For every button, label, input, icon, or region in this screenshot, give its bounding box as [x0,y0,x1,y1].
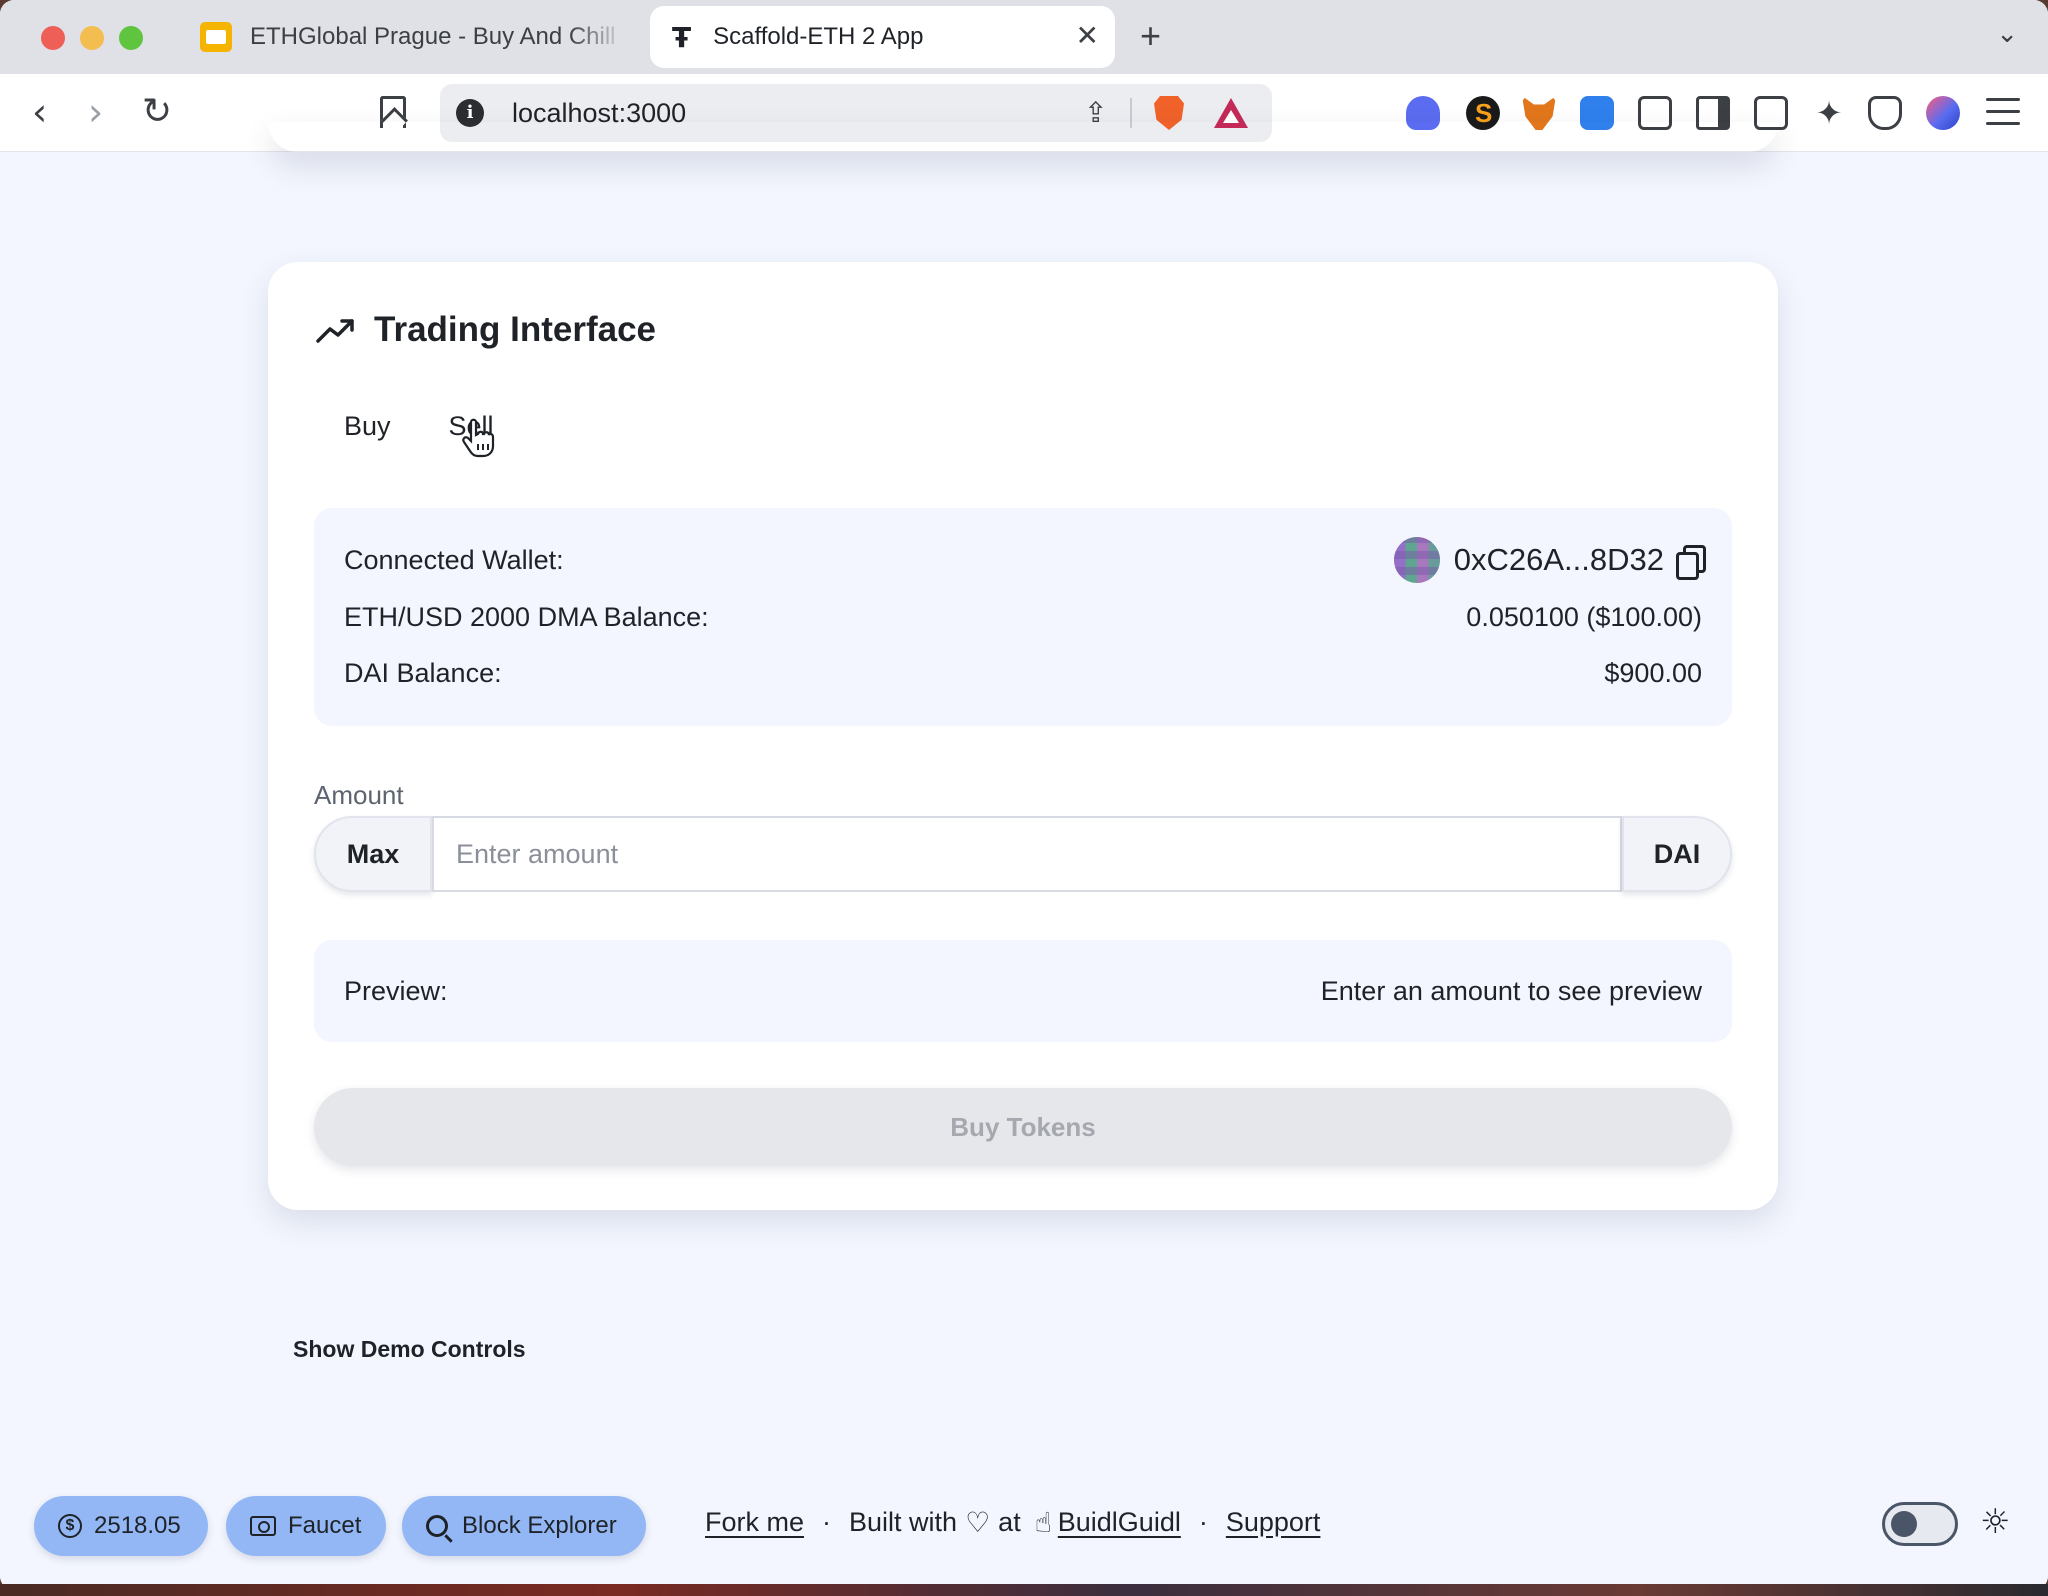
toggle-knob [1891,1511,1917,1537]
tab-sell[interactable]: Sell [425,404,518,458]
wallet-row: Connected Wallet: 0xC26A...8D32 [344,536,1706,584]
preview-box: Preview: Enter an amount to see preview [314,940,1732,1042]
fork-me-link[interactable]: Fork me [705,1507,804,1538]
amount-input[interactable] [432,816,1622,892]
wallet-label: Connected Wallet: [344,544,564,575]
wallet-info-box: Connected Wallet: 0xC26A...8D32 ETH/USD … [314,508,1732,726]
amount-label: Amount [314,780,404,810]
block-explorer-label: Block Explorer [462,1512,617,1539]
preview-text: Enter an amount to see preview [1320,975,1702,1006]
back-button[interactable]: ‹ [32,92,47,132]
at-text: at [998,1507,1021,1537]
footer-credits: Fork me · Built with ♡ at ☝ BuidlGuidl ·… [705,1506,1320,1539]
tab-list-chevron-icon[interactable]: ⌄ [1996,18,2018,49]
trending-up-icon [316,319,354,343]
built-with-text: Built with [849,1507,958,1537]
dai-balance-row: DAI Balance: $900.00 [344,658,1702,689]
menu-icon[interactable] [1986,98,2020,134]
avatar [1393,537,1440,583]
separator: · [1198,1507,1208,1537]
eth-balance-row: ETH/USD 2000 DMA Balance: 0.050100 ($100… [344,602,1702,633]
sun-icon: ☼ [1980,1502,2011,1542]
trading-card: Trading Interface Buy Sell Connected Wal… [268,262,1778,1210]
eth-balance-label: ETH/USD 2000 DMA Balance: [344,602,709,632]
theme-toggle[interactable] [1882,1502,1958,1546]
currency-badge[interactable]: DAI [1622,816,1732,892]
dollar-icon: $ [58,1514,82,1538]
close-window-button[interactable] [41,26,65,50]
browser-window: ETHGlobal Prague - Buy And Chill - Ŧ Sca… [0,0,2048,1590]
card-header: Trading Interface [316,310,656,350]
card-title: Trading Interface [374,310,657,349]
max-button[interactable]: Max [314,816,432,892]
slides-favicon-icon [200,22,232,52]
wallet-address[interactable]: 0xC26A...8D32 [1454,542,1664,578]
shield-icon[interactable] [1868,96,1902,130]
dai-balance-value: $900.00 [1604,658,1702,688]
separator: · [822,1507,832,1537]
tab-buy[interactable]: Buy [320,404,415,448]
tab-title: ETHGlobal Prague - Buy And Chill - [250,23,626,50]
block-explorer-button[interactable]: Block Explorer [402,1496,646,1556]
tab-title: Scaffold-ETH 2 App [713,23,924,50]
browser-tab-ethglobal[interactable]: ETHGlobal Prague - Buy And Chill - [180,6,626,68]
globe-extension-icon[interactable] [1926,96,1960,130]
copy-icon[interactable] [1676,545,1706,580]
scaffold-favicon-icon: Ŧ [672,20,692,54]
forward-button[interactable]: › [88,92,103,132]
eth-balance-value: 0.050100 ($100.00) [1466,602,1702,632]
eth-price-badge[interactable]: $ 2518.05 [34,1496,208,1556]
close-tab-icon[interactable]: ✕ [1076,20,1099,52]
buidlguidl-link[interactable]: BuidlGuidl [1058,1507,1181,1538]
faucet-label: Faucet [288,1512,362,1539]
faucet-button[interactable]: Faucet [226,1496,386,1556]
pointer-cursor-icon [461,418,494,458]
support-link[interactable]: Support [1226,1507,1321,1538]
wallet-address-group: 0xC26A...8D32 [1393,537,1706,583]
preview-label: Preview: [344,975,448,1006]
dai-balance-label: DAI Balance: [344,658,502,688]
page-content: Trading Interface Buy Sell Connected Wal… [0,152,2048,1590]
amount-input-group: Max DAI [314,816,1732,892]
header-shadow [268,122,1778,152]
new-tab-button[interactable]: + [1140,16,1161,56]
minimize-window-button[interactable] [80,26,104,50]
heart-icon: ♡ [965,1506,991,1539]
buidlguidl-logo-icon: ☝ [1034,1506,1052,1539]
buy-tokens-button[interactable]: Buy Tokens [314,1088,1732,1166]
trade-tabs: Buy Sell [320,404,518,458]
reload-button[interactable]: ↻ [142,92,172,132]
banknotes-icon [250,1516,276,1536]
sparkle-icon[interactable]: ✦ [1812,96,1846,130]
search-icon [426,1515,448,1537]
desktop-background [0,1584,2048,1596]
show-demo-controls-button[interactable]: Show Demo Controls [293,1336,526,1363]
tab-bar: ETHGlobal Prague - Buy And Chill - Ŧ Sca… [0,0,2048,74]
maximize-window-button[interactable] [119,26,143,50]
browser-tab-scaffold[interactable]: Ŧ Scaffold-ETH 2 App ✕ [650,6,1115,68]
footer: $ 2518.05 Faucet Block Explorer Fork me … [0,1492,2048,1572]
eth-price: 2518.05 [94,1512,181,1539]
